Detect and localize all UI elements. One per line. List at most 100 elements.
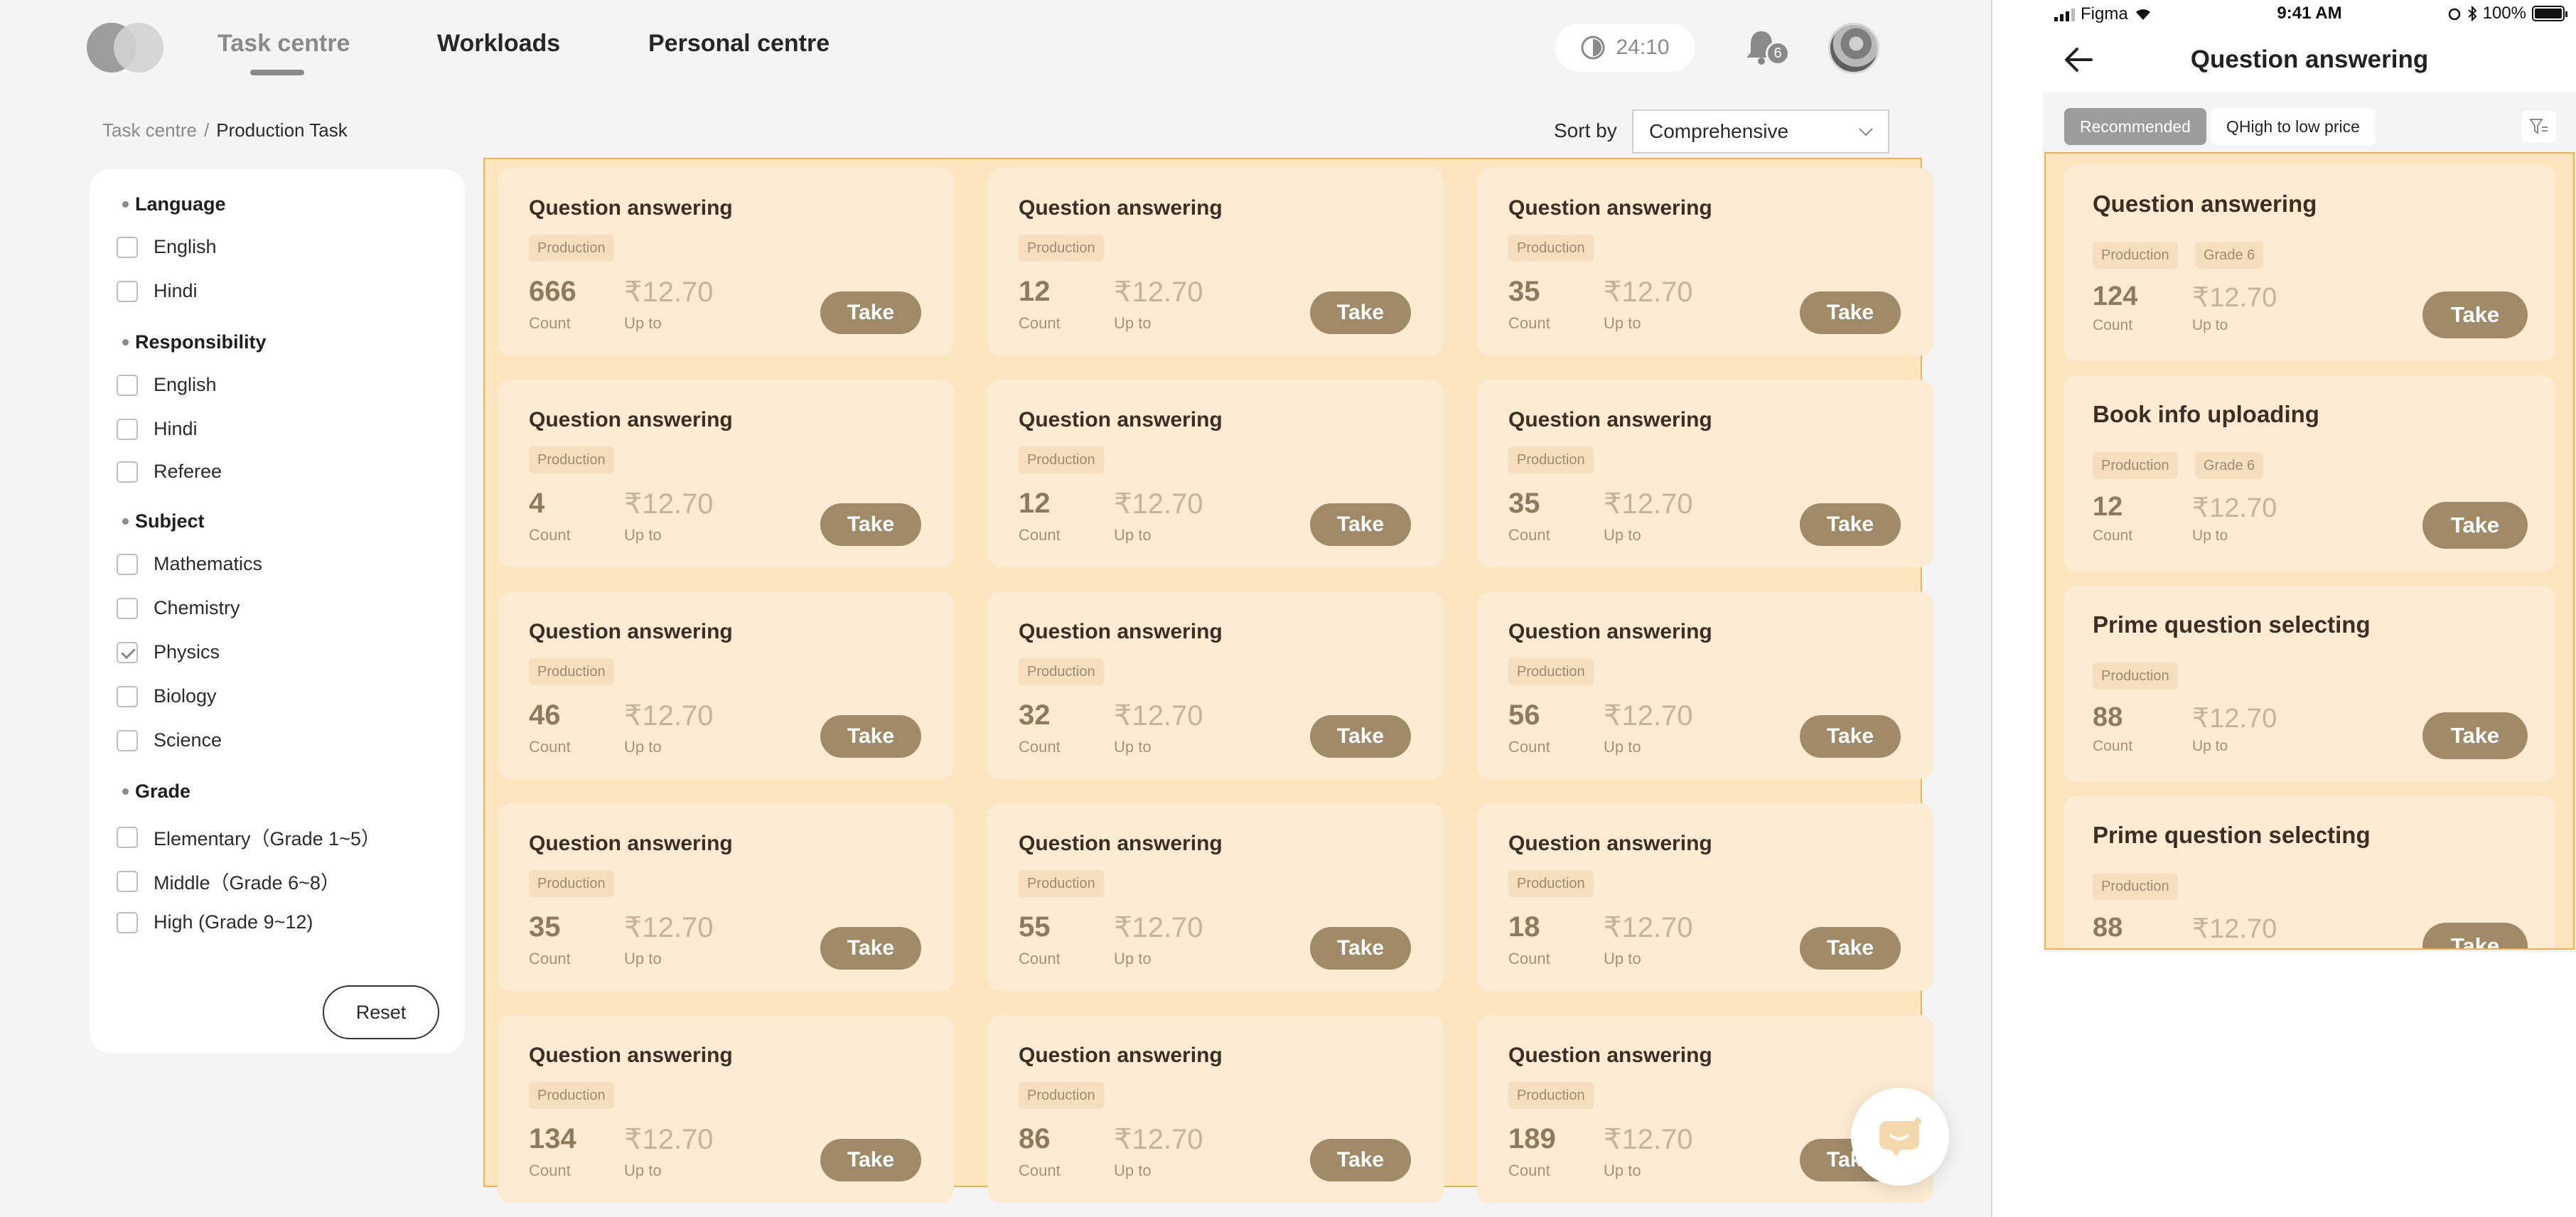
- task-tag: Production: [529, 658, 614, 685]
- task-tag: Production: [2093, 242, 2178, 269]
- task-count: 56: [1508, 699, 1540, 731]
- take-button[interactable]: Take: [820, 503, 921, 546]
- take-button[interactable]: Take: [2422, 502, 2528, 549]
- task-card[interactable]: Question answering Production 12 Count ₹12.7…: [987, 380, 1444, 567]
- task-count: 86: [1019, 1123, 1051, 1154]
- filter-option-language-english[interactable]: English: [117, 236, 217, 258]
- take-button[interactable]: Take: [1800, 715, 1901, 758]
- task-card[interactable]: Question answering Production 86 Count ₹12.7…: [987, 1015, 1444, 1203]
- task-card[interactable]: Question answering Production 666 Count ₹12.…: [498, 168, 954, 355]
- app-logo[interactable]: [87, 23, 165, 73]
- task-card[interactable]: Prime question selecting Production 88 Coun…: [2064, 586, 2555, 782]
- task-card[interactable]: Question answering Production 35 Count ₹12.7…: [1477, 168, 1933, 355]
- filter-option-language-hindi[interactable]: Hindi: [117, 280, 198, 302]
- task-price: ₹12.70: [624, 277, 714, 308]
- checkbox[interactable]: [117, 685, 138, 707]
- take-button[interactable]: Take: [820, 291, 921, 334]
- task-count-label: Count: [529, 526, 571, 544]
- nav-task-centre[interactable]: Task centre: [218, 30, 350, 58]
- breadcrumb-root[interactable]: Task centre: [102, 119, 197, 141]
- task-count-label: Count: [2093, 738, 2133, 754]
- filter-option-responsibility-english[interactable]: English: [117, 374, 217, 396]
- bluetooth-icon: [2467, 6, 2477, 21]
- task-card[interactable]: Question answering Production 18 Count ₹12.7…: [1477, 803, 1933, 991]
- take-button[interactable]: Take: [1310, 927, 1411, 970]
- task-card[interactable]: Question answering Production 35 Count ₹12.7…: [1477, 380, 1933, 567]
- task-count-label: Count: [1508, 526, 1550, 544]
- task-card[interactable]: Prime question selecting Production 88 Coun…: [2064, 796, 2555, 948]
- take-button[interactable]: Take: [1310, 1139, 1411, 1181]
- filter-option-label: English: [154, 374, 217, 395]
- task-tag: Production: [529, 1082, 614, 1109]
- checkbox[interactable]: [117, 553, 138, 575]
- task-card[interactable]: Book info uploading Production Grade 6 12 Co…: [2064, 375, 2555, 572]
- filter-option-subject-science[interactable]: Science: [117, 729, 222, 751]
- help-chat-button[interactable]: [1851, 1088, 1949, 1186]
- take-button[interactable]: Take: [1800, 503, 1901, 546]
- task-card[interactable]: Question answering Production 12 Count ₹12.7…: [987, 168, 1444, 355]
- task-price-label: Up to: [624, 526, 662, 544]
- task-price-label: Up to: [1604, 738, 1641, 756]
- task-card[interactable]: Question answering Production 32 Count ₹12.7…: [987, 591, 1444, 779]
- take-button[interactable]: Take: [2422, 712, 2528, 759]
- take-button[interactable]: Take: [820, 1139, 921, 1181]
- task-card[interactable]: Question answering Production 56 Count ₹12.7…: [1477, 591, 1933, 779]
- take-button[interactable]: Take: [1310, 291, 1411, 334]
- checkbox[interactable]: [117, 911, 138, 933]
- filter-option-subject-biology[interactable]: Biology: [117, 685, 217, 707]
- avatar[interactable]: [1828, 23, 1879, 74]
- checkbox[interactable]: [117, 729, 138, 751]
- sort-select[interactable]: Comprehensive: [1632, 109, 1889, 154]
- task-tag: Grade 6: [2195, 242, 2264, 269]
- checkbox[interactable]: [117, 461, 138, 483]
- filter-option-responsibility-referee[interactable]: Referee: [117, 461, 222, 483]
- task-count-label: Count: [1019, 314, 1061, 332]
- take-button[interactable]: Take: [1310, 503, 1411, 546]
- take-button[interactable]: Take: [2422, 923, 2528, 948]
- filter-option-grade-middle[interactable]: Middle（Grade 6~8）: [117, 867, 340, 895]
- filter-option-subject-chemistry[interactable]: Chemistry: [117, 597, 240, 619]
- filter-option-subject-mathematics[interactable]: Mathematics: [117, 553, 262, 575]
- task-card[interactable]: Question answering Production 46 Count ₹12.7…: [498, 591, 954, 779]
- task-tag: Production: [1508, 870, 1594, 897]
- filter-button[interactable]: [2522, 111, 2556, 142]
- take-button[interactable]: Take: [1800, 927, 1901, 970]
- task-card[interactable]: Question answering Production 4 Count ₹12.70…: [498, 380, 954, 567]
- task-card[interactable]: Question answering Production 134 Count ₹12.…: [498, 1015, 954, 1203]
- status-bar: Figma 9:41 AM 100%: [2043, 0, 2576, 28]
- checkbox[interactable]: [117, 870, 138, 892]
- checkbox-checked[interactable]: [117, 641, 138, 663]
- nav-workloads[interactable]: Workloads: [437, 30, 560, 58]
- filter-option-grade-high[interactable]: High (Grade 9~12): [117, 911, 313, 933]
- checkbox[interactable]: [117, 374, 138, 396]
- take-button[interactable]: Take: [820, 927, 921, 970]
- nav-personal-centre[interactable]: Personal centre: [648, 30, 830, 58]
- checkbox[interactable]: [117, 418, 138, 440]
- checkbox[interactable]: [117, 597, 138, 619]
- take-button[interactable]: Take: [1310, 715, 1411, 758]
- tab-recommended[interactable]: Recommended: [2064, 108, 2206, 145]
- task-card[interactable]: Question answering Production 55 Count ₹12.7…: [987, 803, 1444, 991]
- filter-option-responsibility-hindi[interactable]: Hindi: [117, 418, 198, 440]
- task-card[interactable]: Question answering Production Grade 6 124 Co…: [2064, 165, 2555, 361]
- filter-heading-subject: Subject: [122, 510, 205, 532]
- filter-option-label: English: [154, 236, 217, 257]
- task-price: ₹12.70: [2192, 704, 2277, 734]
- checkbox[interactable]: [117, 236, 138, 258]
- clock-icon: [1581, 36, 1605, 60]
- reset-button[interactable]: Reset: [323, 985, 439, 1039]
- timer-pill[interactable]: 24:10: [1555, 23, 1695, 72]
- task-price-label: Up to: [1114, 526, 1152, 544]
- take-button[interactable]: Take: [1800, 291, 1901, 334]
- filter-option-grade-elementary[interactable]: Elementary（Grade 1~5）: [117, 823, 380, 851]
- take-button[interactable]: Take: [2422, 291, 2528, 338]
- checkbox[interactable]: [117, 826, 138, 848]
- task-card[interactable]: Question answering Production 35 Count ₹12.7…: [498, 803, 954, 991]
- take-button[interactable]: Take: [820, 715, 921, 758]
- tab-price-high-low[interactable]: QHigh to low price: [2211, 108, 2376, 145]
- task-title: Question answering: [1019, 408, 1223, 431]
- checkbox[interactable]: [117, 280, 138, 302]
- filter-option-subject-physics[interactable]: Physics: [117, 641, 220, 663]
- task-count-label: Count: [1019, 526, 1061, 544]
- task-title: Question answering: [1019, 620, 1223, 643]
